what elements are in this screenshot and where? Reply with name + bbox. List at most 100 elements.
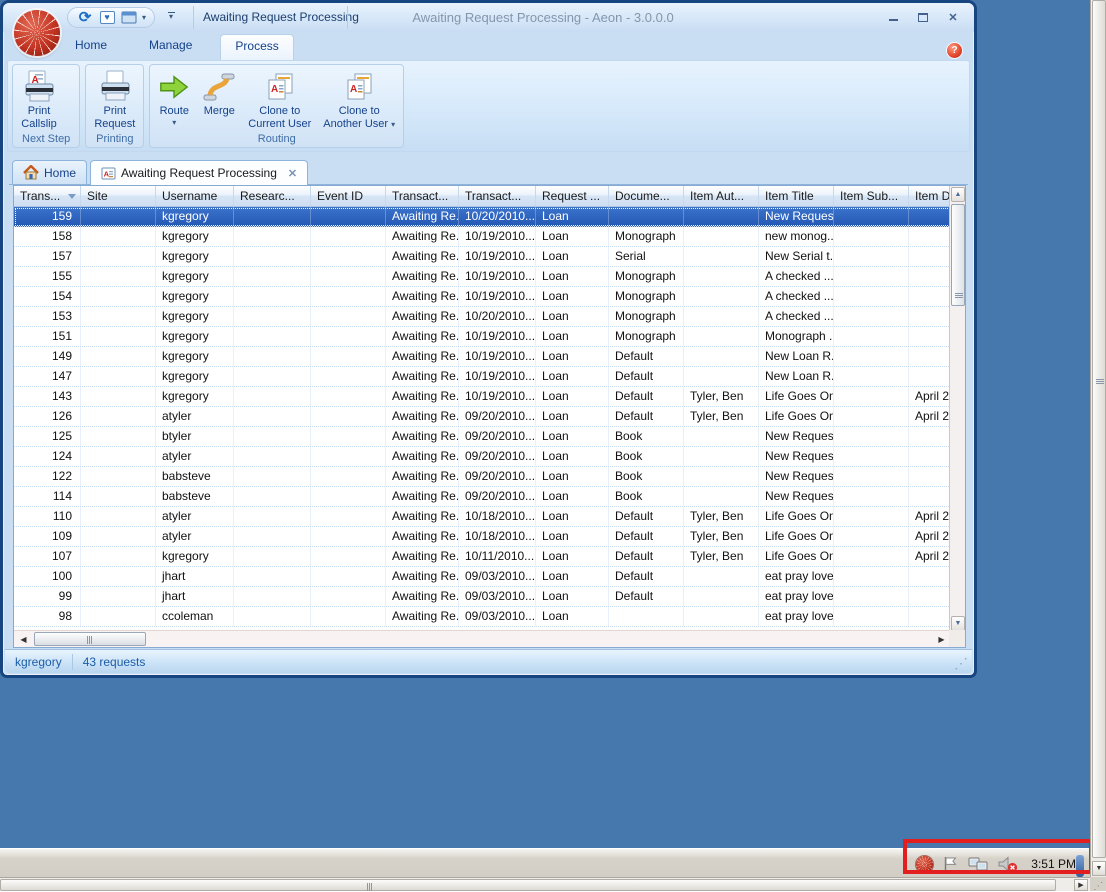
grid-cell[interactable]: 10/19/2010... [459,367,536,386]
window-dropdown-icon[interactable]: ▾ [142,13,146,22]
grid-cell[interactable]: Tyler, Ben [684,527,759,546]
grid-cell[interactable] [81,387,156,406]
grid-cell[interactable]: kgregory [156,287,234,306]
grid-cell[interactable]: Loan [536,567,609,586]
grid-cell[interactable]: atyler [156,527,234,546]
grid-cell[interactable] [311,387,386,406]
grid-cell[interactable] [234,527,311,546]
grid-cell[interactable]: A checked ... [759,267,834,286]
grid-cell[interactable]: Monograph [609,307,684,326]
grid-cell[interactable]: atyler [156,447,234,466]
grid-cell[interactable] [909,427,951,446]
grid-cell[interactable] [234,347,311,366]
table-row[interactable]: 154kgregoryAwaiting Re...10/19/2010...Lo… [14,287,951,307]
grid-cell[interactable] [311,527,386,546]
tab-home[interactable]: Home [61,34,121,60]
grid-cell[interactable]: Loan [536,487,609,506]
grid-cell[interactable]: Loan [536,407,609,426]
grid-cell[interactable]: Default [609,507,684,526]
grid-cell[interactable]: Awaiting Re... [386,527,459,546]
grid-cell[interactable] [81,287,156,306]
grid-cell[interactable]: 09/20/2010... [459,447,536,466]
grid-cell[interactable] [234,567,311,586]
table-row[interactable]: 114babsteveAwaiting Re...09/20/2010...Lo… [14,487,951,507]
grid-cell[interactable]: Monograph ... [759,327,834,346]
grid-cell[interactable]: 10/19/2010... [459,387,536,406]
grid-cell[interactable]: Awaiting Re... [386,207,459,226]
grid-cell[interactable]: 10/19/2010... [459,227,536,246]
grid-cell[interactable] [311,267,386,286]
grid-cell[interactable] [311,307,386,326]
table-row[interactable]: 149kgregoryAwaiting Re...10/19/2010...Lo… [14,347,951,367]
grid-cell[interactable] [909,447,951,466]
grid-cell[interactable] [684,607,759,626]
grid-cell[interactable]: kgregory [156,307,234,326]
grid-cell[interactable] [234,387,311,406]
table-row[interactable]: 143kgregoryAwaiting Re...10/19/2010...Lo… [14,387,951,407]
grid-cell[interactable]: Awaiting Re... [386,547,459,566]
grid-cell[interactable]: btyler [156,427,234,446]
grid-cell[interactable]: jhart [156,587,234,606]
table-row[interactable]: 107kgregoryAwaiting Re...10/11/2010...Lo… [14,547,951,567]
table-row[interactable]: 159kgregoryAwaiting Re...10/20/2010...Lo… [14,207,951,227]
grid-cell[interactable]: 154 [14,287,81,306]
grid-cell[interactable]: kgregory [156,207,234,226]
grid-cell[interactable]: Loan [536,587,609,606]
grid-cell[interactable]: 10/19/2010... [459,247,536,266]
grid-cell[interactable]: Awaiting Re... [386,227,459,246]
grid-cell[interactable] [311,427,386,446]
grid-cell[interactable]: Loan [536,447,609,466]
grid-cell[interactable] [834,467,909,486]
close-button[interactable]: ✕ [942,9,964,25]
column-header-transact[interactable]: Transact... [459,186,536,206]
grid-cell[interactable]: Loan [536,227,609,246]
grid-cell[interactable]: Loan [536,347,609,366]
grid-cell[interactable]: 125 [14,427,81,446]
grid-cell[interactable]: new monog... [759,227,834,246]
grid-cell[interactable] [81,347,156,366]
grid-cell[interactable]: 155 [14,267,81,286]
column-header-site[interactable]: Site [81,186,156,206]
grid-cell[interactable]: New Request [759,467,834,486]
grid-cell[interactable] [684,267,759,286]
grid-cell[interactable]: babsteve [156,467,234,486]
table-row[interactable]: 155kgregoryAwaiting Re...10/19/2010...Lo… [14,267,951,287]
grid-cell[interactable] [81,307,156,326]
grid-cell[interactable] [609,207,684,226]
grid-cell[interactable]: Loan [536,247,609,266]
grid-cell[interactable] [81,407,156,426]
tab-process[interactable]: Process [220,34,293,60]
grid-cell[interactable] [311,287,386,306]
grid-cell[interactable] [81,567,156,586]
grid-cell[interactable]: Default [609,567,684,586]
route-button[interactable]: Route ▾ [153,67,195,131]
grid-cell[interactable]: atyler [156,507,234,526]
grid-cell[interactable]: Awaiting Re... [386,587,459,606]
grid-cell[interactable] [909,587,951,606]
grid-cell[interactable]: 157 [14,247,81,266]
grid-cell[interactable]: Life Goes On [759,507,834,526]
grid-cell[interactable] [81,547,156,566]
grid-cell[interactable]: Loan [536,527,609,546]
tab-manage[interactable]: Manage [135,34,206,60]
grid-cell[interactable]: Loan [536,607,609,626]
viewer-vertical-thumb[interactable] [1092,0,1106,858]
grid-cell[interactable] [684,587,759,606]
viewer-vertical-scrollbar[interactable]: ▼ [1090,0,1106,877]
grid-cell[interactable]: Tyler, Ben [684,407,759,426]
table-row[interactable]: 151kgregoryAwaiting Re...10/19/2010...Lo… [14,327,951,347]
table-row[interactable]: 110atylerAwaiting Re...10/18/2010...Loan… [14,507,951,527]
complete-request-icon[interactable]: ♥ [98,10,116,26]
grid-cell[interactable]: kgregory [156,347,234,366]
grid-cell[interactable] [834,507,909,526]
column-header-item-sub[interactable]: Item Sub... [834,186,909,206]
grid-cell[interactable]: eat pray love [759,607,834,626]
grid-horizontal-scrollbar[interactable]: ◀ ▶ [14,630,951,647]
viewer-horizontal-thumb[interactable] [0,879,1056,891]
grid-cell[interactable]: 10/19/2010... [459,327,536,346]
grid-cell[interactable]: Loan [536,307,609,326]
grid-cell[interactable]: kgregory [156,247,234,266]
help-button[interactable]: ? [947,43,962,58]
grid-cell[interactable] [909,467,951,486]
new-window-icon[interactable] [120,10,138,26]
